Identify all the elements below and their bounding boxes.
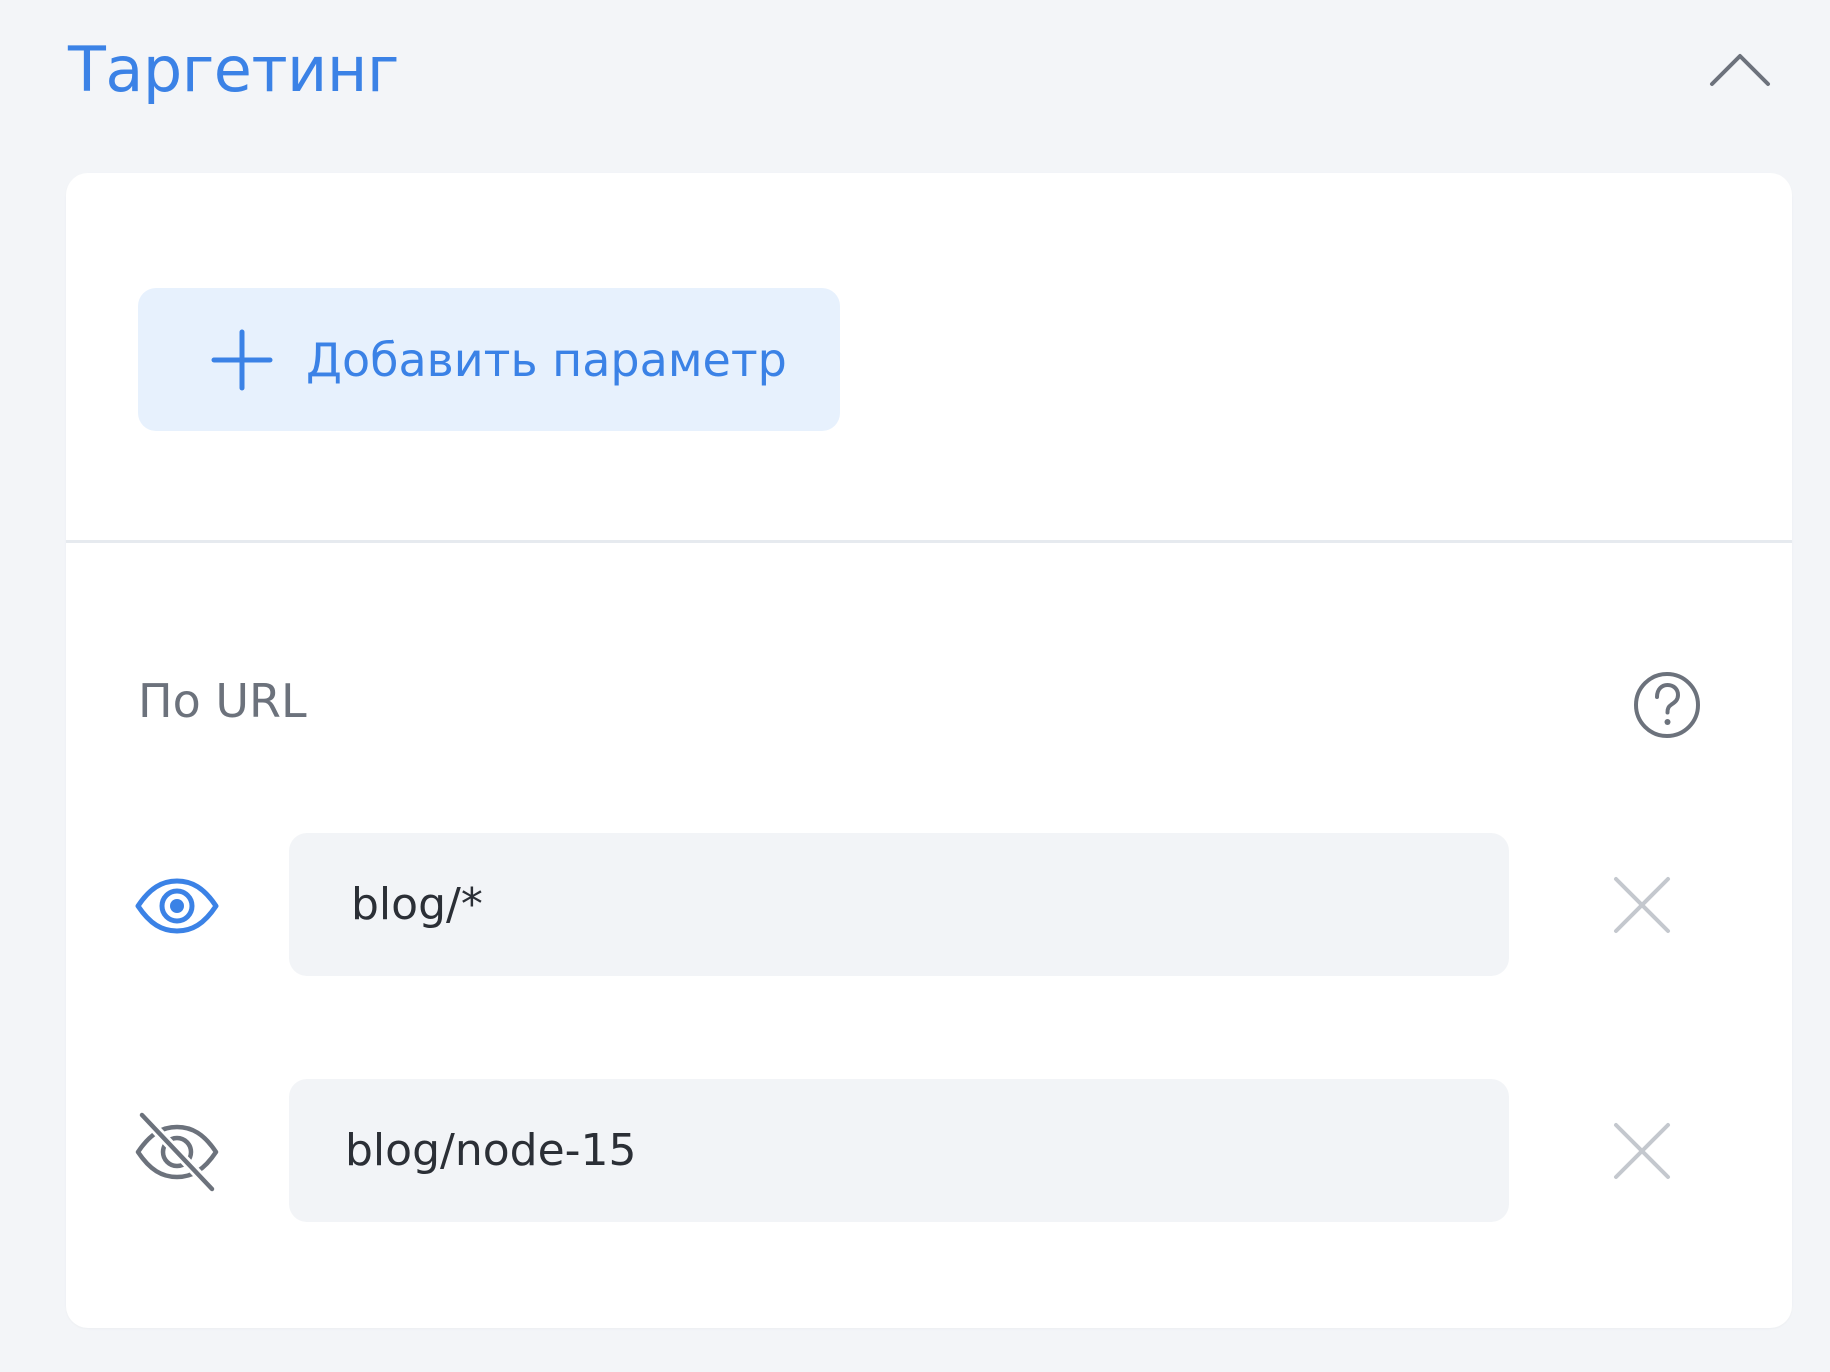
targeting-card: Добавить параметр По URL <box>66 173 1792 1328</box>
url-rule-row <box>66 833 1792 976</box>
close-icon[interactable] <box>1606 869 1678 941</box>
add-parameter-label: Добавить параметр <box>306 333 787 387</box>
add-parameter-section: Добавить параметр <box>66 173 1792 541</box>
close-icon[interactable] <box>1606 1115 1678 1187</box>
chevron-up-icon[interactable] <box>1700 40 1780 100</box>
plus-icon <box>210 328 274 392</box>
question-circle-icon[interactable] <box>1631 669 1703 741</box>
url-targeting-label: По URL <box>138 674 307 728</box>
eye-icon[interactable] <box>134 863 220 949</box>
add-parameter-button[interactable]: Добавить параметр <box>138 288 840 431</box>
targeting-section-header[interactable]: Таргетинг <box>0 0 1830 150</box>
url-rule-row <box>66 1079 1792 1222</box>
url-rule-input[interactable] <box>289 1079 1509 1222</box>
divider <box>66 540 1792 543</box>
url-rule-input[interactable] <box>289 833 1509 976</box>
section-title: Таргетинг <box>68 33 399 106</box>
eye-off-icon[interactable] <box>134 1109 220 1195</box>
